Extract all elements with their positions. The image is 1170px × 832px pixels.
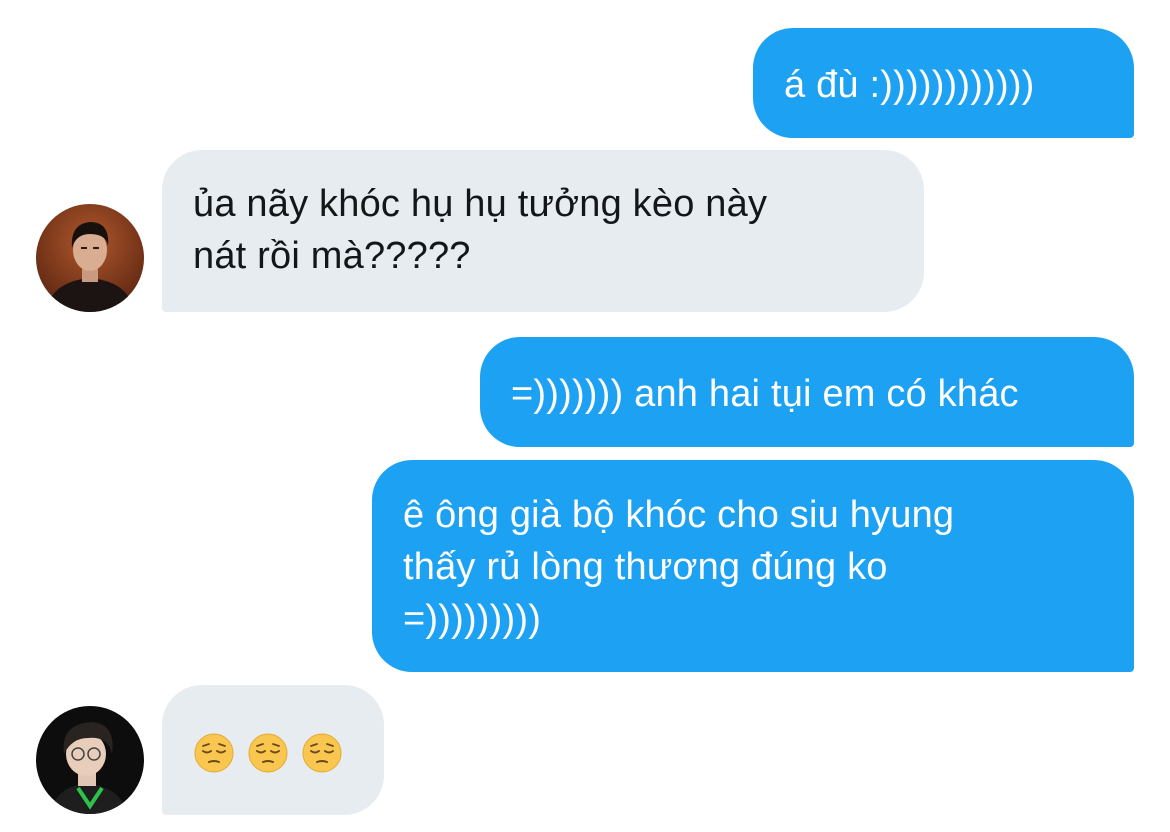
received-message-bubble[interactable] xyxy=(162,685,384,815)
emoji-row xyxy=(194,733,342,773)
message-text: ê ông già bộ khóc cho siu hyung thấy rủ … xyxy=(403,494,955,640)
avatar-photo xyxy=(36,204,144,312)
message-text: =))))))) anh hai tụi em có khác xyxy=(511,373,1019,415)
sent-message-bubble[interactable]: ê ông già bộ khóc cho siu hyung thấy rủ … xyxy=(372,460,1134,672)
contact-avatar[interactable] xyxy=(36,204,144,312)
pensive-face-icon xyxy=(194,733,234,773)
received-message-bubble[interactable]: ủa nãy khóc hụ hụ tưởng kèo này nát rồi … xyxy=(162,150,924,312)
contact-avatar[interactable] xyxy=(36,706,144,814)
pensive-face-icon xyxy=(248,733,288,773)
avatar-photo xyxy=(36,706,144,814)
sent-message-bubble[interactable]: =))))))) anh hai tụi em có khác xyxy=(480,337,1134,447)
sent-message-bubble[interactable]: á đù :)))))))))))) xyxy=(753,28,1134,138)
message-text: ủa nãy khóc hụ hụ tưởng kèo này nát rồi … xyxy=(193,183,768,277)
pensive-face-icon xyxy=(302,733,342,773)
message-text: á đù :)))))))))))) xyxy=(784,64,1035,106)
